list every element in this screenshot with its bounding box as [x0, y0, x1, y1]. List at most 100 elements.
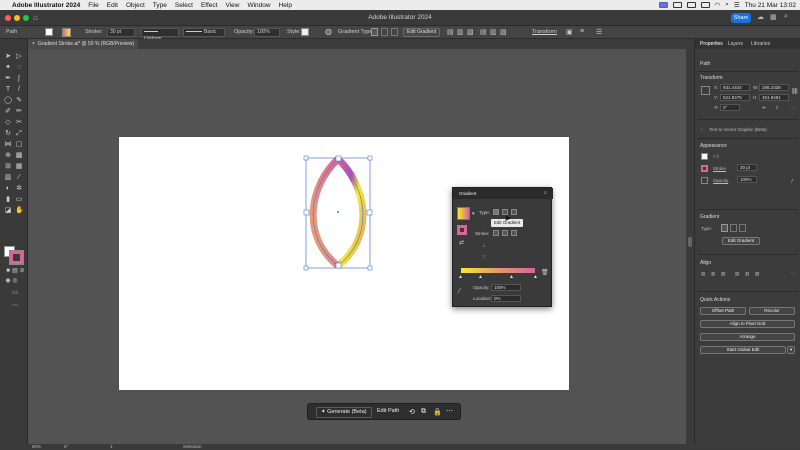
cloud-icon[interactable]: ☁	[757, 13, 764, 21]
align-left-icon[interactable]: ▤	[447, 28, 454, 36]
align-hcenter-icon[interactable]: ▥	[711, 271, 715, 277]
rotate-tool-icon[interactable]: ↻	[4, 130, 12, 138]
free-transform-icon[interactable]: ▢	[15, 141, 23, 149]
lock-icon[interactable]: 🔒	[433, 408, 442, 416]
document-tab[interactable]: × Gradient Stroke.ai* @ 50 % (RGB/Preview…	[28, 39, 138, 49]
gradient-preset-dropdown-icon[interactable]: ▾	[472, 211, 475, 217]
stroke-along-icon[interactable]	[502, 230, 508, 236]
bbox-handle-br[interactable]	[367, 265, 373, 271]
menu-effect[interactable]: Effect	[201, 2, 218, 9]
stroke-color-swatch[interactable]	[9, 250, 24, 265]
gradient-stop-pink[interactable]: ▲	[509, 274, 514, 280]
align-bottom-icon[interactable]: ▧	[755, 271, 759, 277]
selection-tool-icon[interactable]: ➤	[4, 53, 12, 61]
edit-path-button[interactable]: Edit Path	[373, 407, 403, 418]
opacity-field[interactable]: 100%	[254, 28, 280, 37]
edit-gradient-button[interactable]: Edit Gradient	[722, 237, 760, 245]
align-right-icon[interactable]: ▧	[721, 271, 725, 277]
search-help-icon[interactable]: ⌕	[784, 13, 788, 21]
anchor-handle-bottom[interactable]	[335, 262, 342, 269]
anchor-handle-top[interactable]	[335, 155, 342, 162]
more-align-icon[interactable]: ⋯	[791, 271, 796, 277]
wifi-icon[interactable]: ◠	[715, 1, 721, 9]
tab-libraries[interactable]: Libraries	[751, 41, 770, 47]
generate-beta-button[interactable]: ✦ Generate (Beta)	[316, 407, 372, 418]
freeform-gradient-icon[interactable]	[391, 28, 398, 36]
variable-width-select[interactable]: Uniform	[141, 28, 179, 42]
close-tab-icon[interactable]: ×	[32, 41, 35, 47]
hand-tool-icon[interactable]: ✋	[15, 207, 24, 215]
tab-layers[interactable]: Layers	[728, 41, 743, 47]
gradient-panel-header[interactable]: Gradient ≡	[453, 188, 553, 199]
stroke-swatch-icon[interactable]	[62, 28, 71, 37]
graphic-style-swatch[interactable]	[301, 28, 309, 36]
search-icon[interactable]: ⌕	[725, 1, 729, 9]
panel-menu-icon[interactable]: ≡	[544, 190, 547, 195]
gradient-tool-icon[interactable]: ▥	[4, 174, 12, 182]
eyedropper-icon[interactable]: ⁄	[15, 174, 23, 182]
window-icon[interactable]	[686, 2, 696, 8]
gradient-stop-yellow[interactable]: ▲	[458, 274, 463, 280]
menu-window[interactable]: Window	[247, 2, 270, 9]
battery-icon[interactable]	[700, 2, 710, 8]
freeform-gradient-icon[interactable]	[739, 224, 746, 232]
ellipse-tool-icon[interactable]: ◯	[4, 97, 12, 105]
eyedropper-icon[interactable]: ⁄	[459, 288, 460, 295]
align-vcenter-icon[interactable]: ▥	[745, 271, 749, 277]
graph-tool-icon[interactable]: ▮	[4, 196, 12, 204]
reference-point-icon[interactable]	[701, 86, 710, 95]
slice-tool-icon[interactable]: ◪	[4, 207, 12, 215]
stroke-across-icon[interactable]	[511, 230, 517, 236]
artboard-number[interactable]: 1	[110, 444, 113, 450]
bbox-handle-bl[interactable]	[303, 265, 309, 271]
gradient-stop-tan[interactable]: ▲	[478, 274, 483, 280]
angle-icon[interactable]: ∠	[482, 243, 486, 249]
vertical-scrollbar[interactable]	[686, 49, 694, 444]
edit-gradient-button[interactable]: Edit Gradient	[403, 28, 441, 37]
menu-edit[interactable]: Edit	[107, 2, 118, 9]
opacity-label[interactable]: Opacity	[713, 178, 728, 183]
gradient-slider[interactable]	[461, 268, 535, 273]
more-options-icon[interactable]: ⋯	[446, 407, 453, 415]
curvature-tool-icon[interactable]: ∫	[15, 75, 23, 83]
align-middle-icon[interactable]: ▥	[490, 28, 497, 36]
fill-swatch-icon[interactable]	[45, 28, 53, 36]
mesh-tool-icon[interactable]: ▦	[15, 163, 23, 171]
width-tool-icon[interactable]: ⋈	[4, 141, 12, 149]
rotation-value[interactable]: 0°	[64, 444, 68, 450]
type-tool-icon[interactable]: T	[4, 86, 12, 94]
shape-builder-icon[interactable]: ⊕	[4, 152, 12, 160]
current-tool[interactable]: Selection	[183, 444, 202, 450]
transform-icon[interactable]: ⟲	[409, 408, 415, 416]
bbox-handle-tl[interactable]	[303, 155, 309, 161]
screen-mode-icon[interactable]: ▭	[11, 289, 19, 297]
align-top-icon[interactable]: ▤	[480, 28, 487, 36]
blend-tool-icon[interactable]: ◐	[4, 185, 12, 193]
screen-record-icon[interactable]	[658, 2, 668, 8]
h-field[interactable]: 451.9481	[759, 94, 789, 101]
isolate-icon[interactable]: ▣	[566, 28, 573, 36]
more-tools-icon[interactable]: ⋯	[11, 302, 19, 310]
align-left-icon[interactable]: ▤	[701, 271, 705, 277]
bbox-handle-tr[interactable]	[367, 155, 373, 161]
fx-icon[interactable]: ƒ	[791, 178, 794, 183]
reverse-gradient-icon[interactable]: ⇄	[459, 239, 464, 246]
arrange-button[interactable]: Arrange	[700, 333, 795, 341]
offset-path-button[interactable]: Offset Path	[700, 307, 746, 315]
draw-behind-icon[interactable]: ◎	[11, 277, 19, 285]
paintbrush-icon[interactable]: ✎	[15, 97, 23, 105]
radial-gradient-icon[interactable]	[381, 28, 388, 36]
w-field[interactable]: 286.2338	[759, 84, 789, 91]
align-to-pixel-grid-button[interactable]: Align to Pixel Grid	[700, 320, 795, 328]
stroke-weight-field[interactable]: 30 pt	[107, 28, 135, 37]
control-center-icon[interactable]: ☰	[734, 1, 740, 9]
pencil-tool-icon[interactable]: ✏	[15, 108, 23, 116]
gradient-stroke-swatch[interactable]	[457, 225, 467, 235]
linear-gradient-icon[interactable]	[721, 224, 728, 232]
x-field[interactable]: 931.4434	[720, 84, 750, 91]
global-edit-options-icon[interactable]: ▾	[787, 346, 795, 354]
menu-view[interactable]: View	[225, 2, 239, 9]
symbol-sprayer-icon[interactable]: ✲	[15, 185, 23, 193]
none-mode-icon[interactable]: ⊘	[18, 267, 26, 275]
menu-app-name[interactable]: Adobe Illustrator 2024	[12, 2, 80, 9]
